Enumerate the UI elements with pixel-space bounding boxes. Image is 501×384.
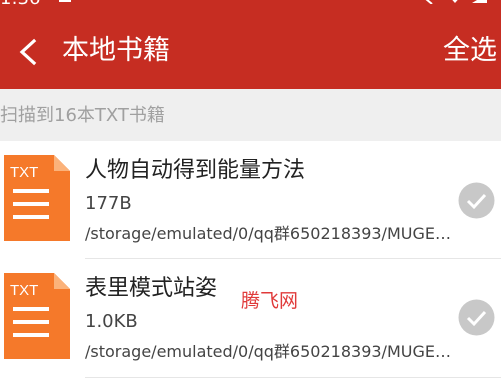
txt-file-icon: TXT [4,273,70,359]
file-item[interactable]: TXT 表里模式站姿 1.0KB /storage/emulated/0/qq群… [0,259,501,377]
status-time: 1:36 [0,0,40,9]
file-type-label: TXT [10,164,38,181]
signal-icon [472,0,488,9]
mute-icon [418,0,434,9]
file-size: 1.0KB [85,311,138,332]
checkmark-circle-icon [458,299,495,336]
file-path: /storage/emulated/0/qq群650218393/MUGE… [85,342,451,361]
notification-icon [58,0,72,9]
file-type-label: TXT [10,282,38,299]
file-list: TXT 人物自动得到能量方法 177B /storage/emulated/0/… [0,141,501,384]
select-all-button[interactable]: 全选 [443,33,497,69]
page-title: 本地书籍 [62,35,170,66]
file-name: 表里模式站姿 [85,276,218,301]
select-checkbox[interactable] [458,299,495,336]
file-size: 177B [85,193,132,214]
scan-summary-text: 扫描到16本TXT书籍 [0,105,165,126]
app-header: 1:36 本地书籍 全选 [0,0,501,89]
watermark: 腾飞网 [241,290,299,312]
back-button[interactable] [12,34,44,70]
file-path: /storage/emulated/0/qq群650218393/MUGE… [85,224,451,243]
checkmark-circle-icon [458,182,495,219]
file-name: 人物自动得到能量方法 [85,158,306,183]
txt-file-icon: TXT [4,155,70,241]
file-item[interactable]: TXT 人物自动得到能量方法 177B /storage/emulated/0/… [0,141,501,259]
status-bar: 1:36 [0,0,501,9]
divider [85,377,501,378]
wifi-icon [446,0,464,9]
back-arrow-icon [19,38,37,66]
select-checkbox[interactable] [458,182,495,219]
